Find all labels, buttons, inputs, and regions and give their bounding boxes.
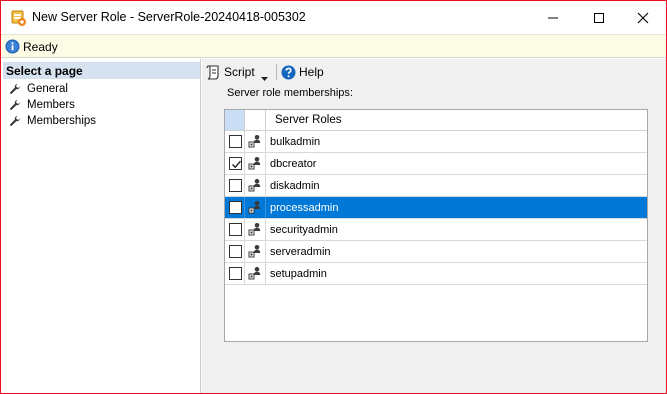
role-checkbox-cell <box>225 153 245 174</box>
page-selector-pane: Select a page General Members Membership… <box>1 59 201 393</box>
memberships-page: Script Help Server role memberships: Ser… <box>202 59 666 393</box>
sidebar-item-members[interactable]: Members <box>9 97 75 113</box>
role-checkbox-cell <box>225 263 245 284</box>
help-label: Help <box>299 65 324 79</box>
server-role-icon <box>245 241 266 262</box>
server-role-icon <box>245 197 266 218</box>
table-row[interactable]: bulkadmin <box>225 131 647 153</box>
role-name: processadmin <box>270 202 339 214</box>
script-label: Script <box>224 65 255 79</box>
role-checkbox[interactable] <box>229 201 242 214</box>
table-row[interactable]: diskadmin <box>225 175 647 197</box>
role-name: securityadmin <box>270 224 338 236</box>
column-header-server-roles[interactable]: Server Roles <box>275 114 341 126</box>
server-role-icon <box>245 175 266 196</box>
server-role-icon <box>245 131 266 152</box>
sidebar-item-memberships[interactable]: Memberships <box>9 113 96 129</box>
server-role-icon <box>245 219 266 240</box>
sidebar-item-label: Members <box>27 99 75 111</box>
section-label: Server role memberships: <box>227 87 353 99</box>
table-row[interactable]: processadmin <box>225 197 647 219</box>
table-row[interactable]: securityadmin <box>225 219 647 241</box>
window-title: New Server Role - ServerRole-20240418-00… <box>32 10 306 24</box>
role-checkbox[interactable] <box>229 223 242 236</box>
minimize-icon <box>548 17 558 18</box>
role-checkbox[interactable] <box>229 179 242 192</box>
select-column-header[interactable] <box>225 110 245 130</box>
close-button[interactable] <box>620 1 666 34</box>
table-row[interactable]: dbcreator <box>225 153 647 175</box>
status-text: Ready <box>23 40 58 54</box>
status-bar: Ready <box>1 34 666 58</box>
server-role-icon <box>245 263 266 284</box>
maximize-icon <box>594 12 604 23</box>
script-button[interactable]: Script <box>206 64 255 80</box>
sidebar-item-general[interactable]: General <box>9 81 68 97</box>
new-server-role-window: New Server Role - ServerRole-20240418-00… <box>0 0 667 394</box>
help-button[interactable]: Help <box>281 64 324 80</box>
role-checkbox-cell <box>225 175 245 196</box>
role-checkbox[interactable] <box>229 267 242 280</box>
sidebar-item-label: General <box>27 83 68 95</box>
wrench-icon <box>10 84 20 94</box>
toolbar-divider <box>276 64 277 80</box>
toolbar: Script Help <box>202 59 666 85</box>
role-checkbox[interactable] <box>229 157 242 170</box>
script-dropdown-arrow[interactable] <box>261 70 268 84</box>
maximize-button[interactable] <box>576 1 622 34</box>
role-name: dbcreator <box>270 158 317 170</box>
script-icon <box>206 64 219 80</box>
title-bar[interactable]: New Server Role - ServerRole-20240418-00… <box>1 1 666 34</box>
close-icon <box>637 12 649 23</box>
wrench-icon <box>10 100 20 110</box>
role-checkbox-cell <box>225 219 245 240</box>
icon-column-header <box>245 110 266 130</box>
role-checkbox-cell <box>225 197 245 218</box>
sidebar-item-label: Memberships <box>27 115 97 127</box>
select-page-header: Select a page <box>3 62 200 79</box>
chevron-down-icon <box>261 77 268 81</box>
role-name: diskadmin <box>270 180 320 192</box>
role-checkbox-cell <box>225 241 245 262</box>
server-role-icon <box>9 9 27 27</box>
wrench-icon <box>10 116 20 126</box>
role-checkbox[interactable] <box>229 135 242 148</box>
role-name: serveradmin <box>270 246 331 258</box>
role-checkbox[interactable] <box>229 245 242 258</box>
role-name: setupadmin <box>270 268 327 280</box>
table-row[interactable]: serveradmin <box>225 241 647 263</box>
role-checkbox-cell <box>225 131 245 152</box>
role-name: bulkadmin <box>270 136 321 148</box>
table-row[interactable]: setupadmin <box>225 263 647 285</box>
info-icon <box>5 39 20 54</box>
server-role-icon <box>245 153 266 174</box>
help-icon <box>281 65 296 79</box>
grid-header: Server Roles <box>225 110 647 131</box>
minimize-button[interactable] <box>530 1 576 34</box>
server-roles-grid[interactable]: Server Roles bulkadmin dbcreator diskadmin… <box>224 109 648 342</box>
